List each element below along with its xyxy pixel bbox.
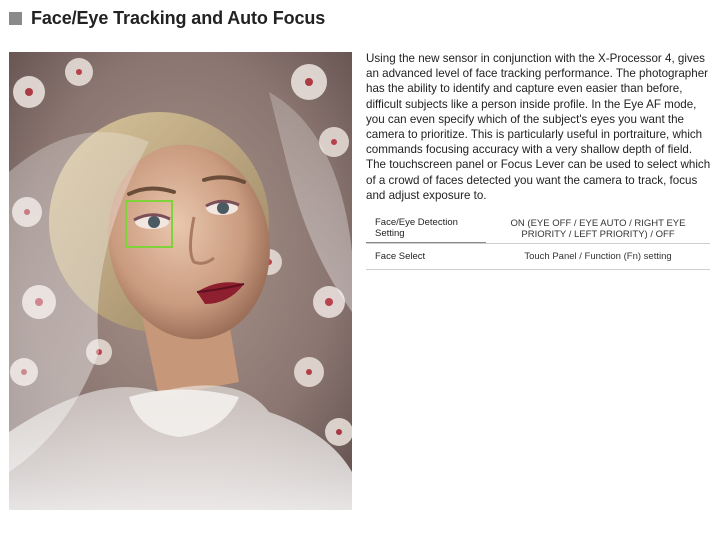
spec-row: Face/Eye Detection Setting ON (EYE OFF /…: [366, 214, 710, 244]
section-title: Face/Eye Tracking and Auto Focus: [31, 7, 326, 28]
section-header: Face/Eye Tracking and Auto Focus: [9, 8, 325, 28]
spec-label: Face Select: [375, 251, 426, 262]
spec-row: Face Select Touch Panel / Function (Fn) …: [366, 244, 710, 270]
spec-value: Touch Panel / Function (Fn) setting: [524, 251, 672, 262]
spec-table: Face/Eye Detection Setting ON (EYE OFF /…: [366, 214, 710, 270]
spec-label: Face/Eye Detection Setting: [366, 214, 486, 243]
spec-value: ON (EYE OFF / EYE AUTO / RIGHT EYE PRIOR…: [510, 217, 686, 240]
af-focus-frame: [125, 200, 173, 248]
portrait-illustration: [9, 52, 352, 510]
gray-square-icon: [9, 11, 22, 25]
portrait-photo: [9, 52, 352, 510]
feature-description: Using the new sensor in conjunction with…: [366, 52, 711, 202]
